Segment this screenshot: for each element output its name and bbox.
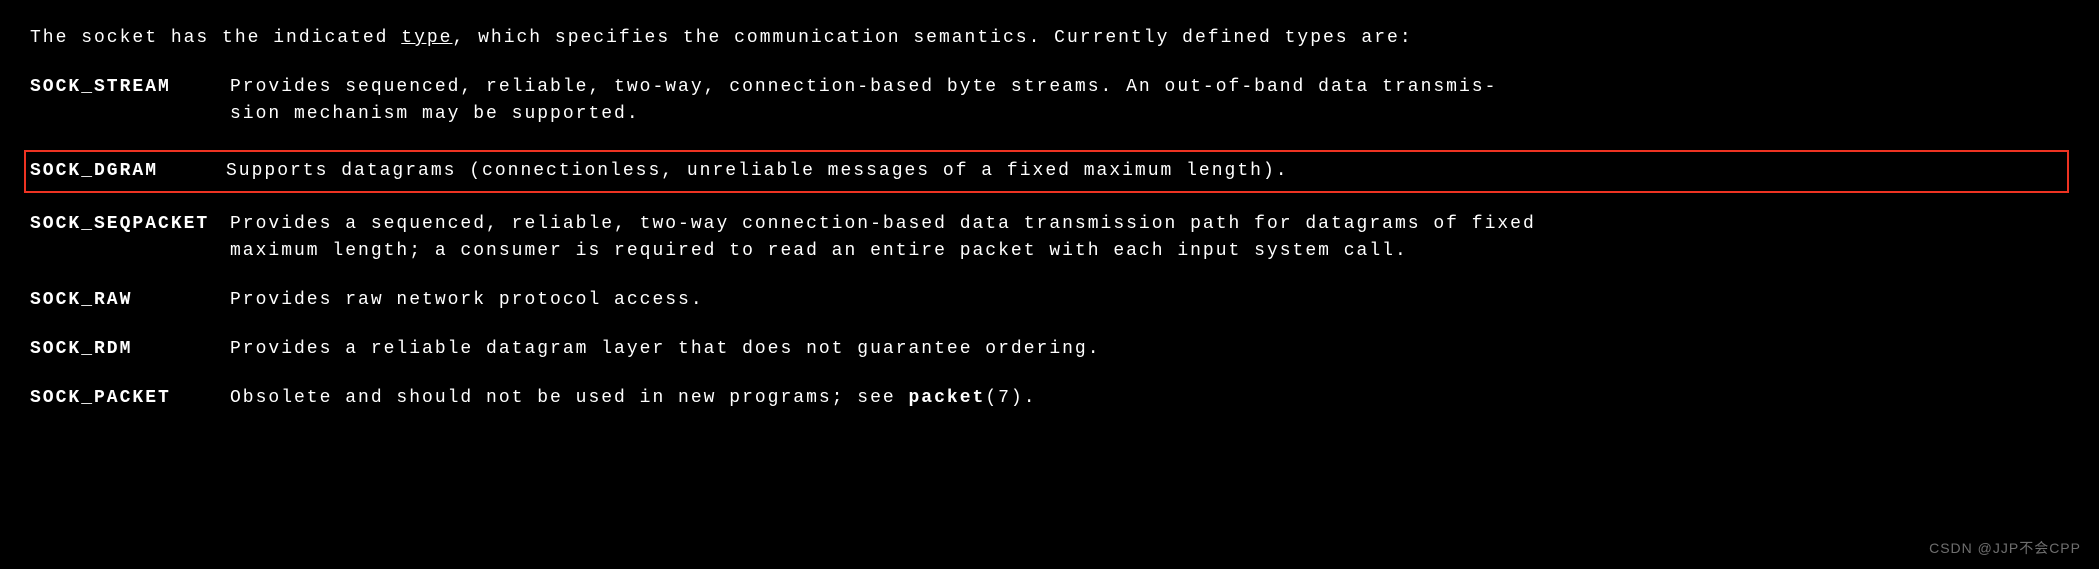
term-sock-dgram: SOCK_DGRAM (30, 158, 226, 185)
desc-sock-raw: Provides raw network protocol access. (230, 287, 2069, 314)
definition-sock-dgram-highlighted: SOCK_DGRAM Supports datagrams (connectio… (24, 150, 2069, 193)
term-sock-stream: SOCK_STREAM (30, 74, 230, 101)
desc-sock-packet: Obsolete and should not be used in new p… (230, 385, 2069, 412)
intro-line: The socket has the indicated type, which… (30, 25, 2069, 52)
definition-sock-seqpacket: SOCK_SEQPACKET Provides a sequenced, rel… (30, 211, 2069, 265)
term-sock-seqpacket: SOCK_SEQPACKET (30, 211, 230, 238)
term-sock-packet: SOCK_PACKET (30, 385, 230, 412)
packet-bold: packet (909, 388, 986, 408)
definition-sock-stream: SOCK_STREAM Provides sequenced, reliable… (30, 74, 2069, 128)
desc-sock-seqpacket: Provides a sequenced, reliable, two-way … (230, 211, 2069, 265)
intro-underlined: type (401, 28, 452, 48)
watermark-text: CSDN @JJP不会CPP (1929, 538, 2081, 559)
definition-sock-rdm: SOCK_RDM Provides a reliable datagram la… (30, 336, 2069, 363)
definition-sock-packet: SOCK_PACKET Obsolete and should not be u… (30, 385, 2069, 412)
intro-part2: , which specifies the communication sema… (452, 28, 1412, 48)
term-sock-rdm: SOCK_RDM (30, 336, 230, 363)
term-sock-raw: SOCK_RAW (30, 287, 230, 314)
desc-sock-dgram: Supports datagrams (connectionless, unre… (226, 158, 2063, 185)
desc-sock-rdm: Provides a reliable datagram layer that … (230, 336, 2069, 363)
definition-sock-raw: SOCK_RAW Provides raw network protocol a… (30, 287, 2069, 314)
desc-sock-stream: Provides sequenced, reliable, two-way, c… (230, 74, 2069, 128)
intro-part1: The socket has the indicated (30, 28, 401, 48)
